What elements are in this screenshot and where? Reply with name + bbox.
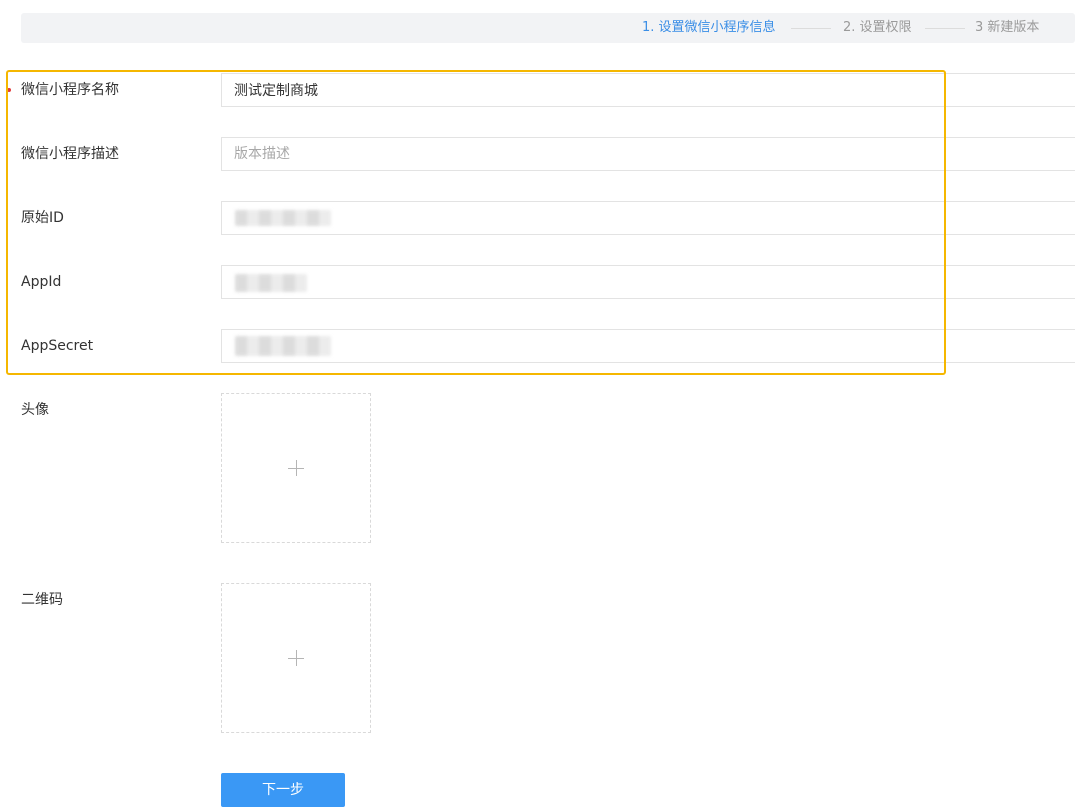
appid-label: AppId xyxy=(21,274,62,290)
description-label: 微信小程序描述 xyxy=(21,146,119,162)
appsecret-input[interactable] xyxy=(221,329,1075,363)
qrcode-upload[interactable] xyxy=(221,583,371,733)
appsecret-label: AppSecret xyxy=(21,338,94,354)
plus-icon xyxy=(288,650,304,666)
step-divider xyxy=(925,28,965,29)
step-3-label[interactable]: 3 新建版本 xyxy=(975,20,1039,36)
name-label: 微信小程序名称 xyxy=(21,82,119,98)
redacted-mask xyxy=(235,274,307,292)
name-input[interactable] xyxy=(221,73,1075,107)
original-id-input[interactable] xyxy=(221,201,1075,235)
description-input[interactable] xyxy=(221,137,1075,171)
next-step-button[interactable]: 下一步 xyxy=(221,773,345,807)
original-id-label: 原始ID xyxy=(21,210,64,226)
required-indicator xyxy=(7,88,11,92)
redacted-mask xyxy=(235,210,331,226)
step-1-label[interactable]: 1. 设置微信小程序信息 xyxy=(642,20,776,36)
avatar-upload[interactable] xyxy=(221,393,371,543)
step-divider xyxy=(791,28,831,29)
plus-icon xyxy=(288,460,304,476)
qrcode-label: 二维码 xyxy=(21,592,63,608)
avatar-label: 头像 xyxy=(21,402,49,418)
steps-bar: 1. 设置微信小程序信息 2. 设置权限 3 新建版本 xyxy=(21,13,1075,43)
appid-input[interactable] xyxy=(221,265,1075,299)
redacted-mask xyxy=(235,336,331,356)
step-2-label[interactable]: 2. 设置权限 xyxy=(843,20,912,36)
